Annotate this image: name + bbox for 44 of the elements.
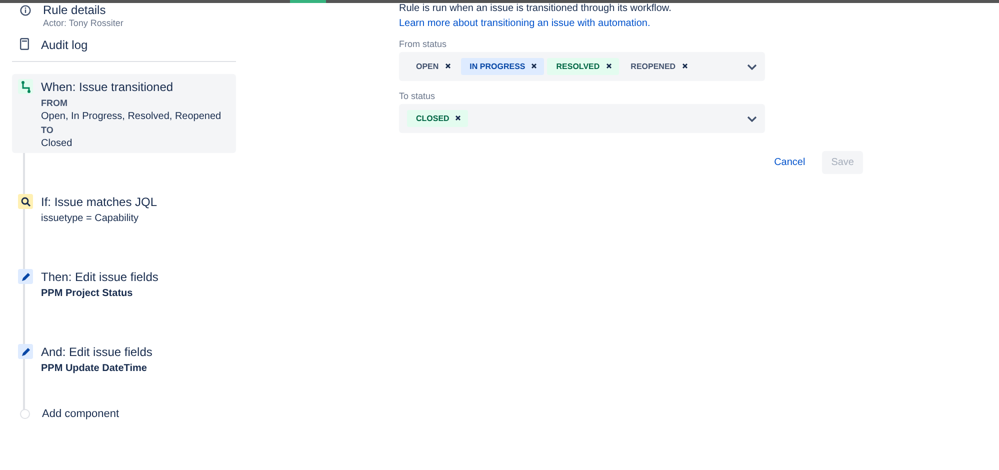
actor-text: Actor: Tony Rossiter: [43, 18, 124, 28]
remove-icon[interactable]: [444, 62, 451, 71]
search-icon: [18, 194, 33, 209]
status-label: IN PROGRESS: [470, 62, 526, 71]
add-component-link[interactable]: Add component: [42, 408, 120, 420]
rule-step[interactable]: Then: Edit issue fields PPM Project Status: [12, 264, 236, 303]
step-title: When: Issue transitioned: [41, 80, 174, 94]
cancel-button[interactable]: Cancel: [765, 151, 814, 174]
step-detail: issuetype = Capability: [41, 213, 140, 224]
step-detail: TO: [41, 125, 54, 135]
remove-icon[interactable]: [455, 114, 462, 123]
remove-icon[interactable]: [531, 62, 538, 71]
field-label: From status: [399, 39, 448, 49]
rule-details-link[interactable]: Rule details: [43, 3, 124, 17]
step-detail: PPM Project Status: [41, 288, 134, 299]
step-detail: PPM Update DateTime: [41, 363, 148, 374]
step-title: Then: Edit issue fields: [41, 270, 158, 284]
document-icon: [20, 38, 29, 50]
learn-more-link[interactable]: Learn more about transitioning an issue with automation.: [399, 18, 650, 29]
status-label: OPEN: [416, 62, 439, 71]
connector-icon: [18, 79, 33, 94]
status-label: REOPENED: [630, 62, 676, 71]
status-label: RESOLVED: [556, 62, 600, 71]
rule-step[interactable]: And: Edit issue fields PPM Update DateTime: [12, 339, 236, 378]
info-icon: [20, 5, 31, 16]
step-detail: Closed: [41, 138, 74, 149]
status-label: CLOSED: [416, 114, 450, 123]
step-title: And: Edit issue fields: [41, 345, 152, 359]
step-detail: FROM: [41, 98, 68, 108]
step-title: If: Issue matches JQL: [41, 195, 158, 209]
chevron-down-icon: [747, 116, 757, 122]
step-detail: Open, In Progress, Resolved, Reopened: [41, 111, 222, 122]
rule-step[interactable]: If: Issue matches JQL issuetype = Capability: [12, 189, 236, 228]
audit-log-link[interactable]: Audit log: [41, 38, 88, 52]
pencil-icon: [18, 344, 33, 359]
status-select[interactable]: OPEN IN PROGRESS RESOLVED REOPENED: [399, 52, 765, 81]
description-text: Rule is run when an issue is transitioned through its workflow.: [399, 3, 672, 14]
chevron-down-icon: [747, 64, 757, 70]
remove-icon[interactable]: [682, 62, 688, 71]
rule-step[interactable]: When: Issue transitioned FROM Open, In Progress, Resolved, Reopened TO Closed: [12, 74, 236, 153]
status-select[interactable]: CLOSED: [399, 104, 765, 133]
remove-icon[interactable]: [606, 62, 612, 71]
pencil-icon: [18, 269, 33, 284]
field-label: To status: [399, 91, 436, 101]
